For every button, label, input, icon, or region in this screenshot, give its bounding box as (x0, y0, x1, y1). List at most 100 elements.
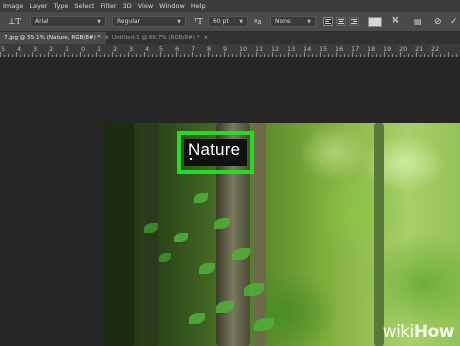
ruler-tick (300, 55, 301, 57)
align-center-button[interactable] (336, 17, 346, 26)
menu-filter[interactable]: Filter (100, 2, 116, 10)
options-bar: ⊥T Arial ▼ Regular ▼ ᵀT 60 pt ▼ ªa None … (0, 12, 460, 32)
ruler-label: 2 (49, 45, 54, 53)
ruler-tick (48, 52, 49, 57)
leaf (254, 318, 274, 331)
ruler-tick (368, 52, 369, 57)
text-orientation-icon[interactable]: ⊥T (8, 16, 21, 27)
text-color-swatch[interactable] (368, 17, 382, 27)
ruler-label: 3 (33, 45, 38, 53)
ruler-tick (244, 55, 245, 57)
leaf (174, 233, 188, 242)
ruler-label: 0 (81, 45, 86, 53)
ruler-tick (264, 54, 265, 57)
font-size-dropdown[interactable]: 60 pt ▼ (208, 16, 248, 27)
ruler-tick (108, 55, 109, 57)
menu-help[interactable]: Help (191, 2, 206, 10)
ruler-tick (456, 54, 457, 57)
leaf (189, 313, 205, 324)
menu-window[interactable]: Window (159, 2, 185, 10)
watermark-how: How (413, 322, 455, 342)
ruler-tick (380, 55, 381, 57)
ruler-tick (372, 55, 373, 57)
ruler-tick (212, 55, 213, 57)
ruler-tick (384, 52, 385, 57)
ruler-tick (260, 55, 261, 57)
ruler-tick (420, 55, 421, 57)
ruler-tick (280, 54, 281, 57)
font-family-dropdown[interactable]: Arial ▼ (30, 16, 106, 27)
ruler-tick (4, 55, 5, 57)
ruler-tick (276, 55, 277, 57)
ruler-tick (80, 52, 81, 57)
ruler-tick (52, 55, 53, 57)
ruler-tick (40, 54, 41, 57)
leaf (159, 253, 171, 262)
ruler-tick (184, 54, 185, 57)
ruler-tick (44, 55, 45, 57)
ruler-tick (348, 55, 349, 57)
forest-photo[interactable] (104, 123, 460, 346)
align-right-button[interactable] (349, 17, 359, 26)
ruler-tick (8, 54, 9, 57)
text-layer-nature[interactable]: Nature (188, 140, 240, 160)
ruler-tick (24, 54, 25, 57)
ruler-tick (140, 55, 141, 57)
ruler-tick (224, 52, 225, 57)
chevron-down-icon: ▼ (97, 18, 101, 25)
ruler-tick (296, 54, 297, 57)
close-icon[interactable]: × (204, 35, 209, 41)
ruler-tick (452, 55, 453, 57)
menu-view[interactable]: View (138, 2, 153, 10)
menu-select[interactable]: Select (74, 2, 94, 10)
commit-check-icon[interactable]: ✓ (450, 16, 458, 27)
ruler-tick (336, 52, 337, 57)
horizontal-ruler[interactable]: 5 4 3 2 1 0 1 2 3 4 5 6 7 8 9 10 11 12 1… (0, 44, 460, 58)
ruler-tick (436, 55, 437, 57)
ruler-tick (204, 55, 205, 57)
tab-untitled-1[interactable]: Untitled-1 @ 66.7% (RGB/8#) * × (108, 32, 208, 44)
ruler-tick (32, 52, 33, 57)
font-style-dropdown[interactable]: Regular ▼ (112, 16, 186, 27)
ruler-tick (104, 54, 105, 57)
ruler-tick (156, 55, 157, 57)
ruler-tick (392, 54, 393, 57)
ruler-tick (192, 52, 193, 57)
ruler-tick (220, 55, 221, 57)
font-family-value: Arial (35, 18, 49, 25)
ruler-tick (432, 52, 433, 57)
font-size-value: 60 pt (213, 18, 229, 25)
ruler-tick (240, 52, 241, 57)
ruler-tick (444, 55, 445, 57)
ruler-tick (400, 52, 401, 57)
ruler-tick (196, 55, 197, 57)
ruler-tick (320, 52, 321, 57)
tree-trunk (374, 123, 384, 346)
character-panel-icon[interactable]: ▤ (414, 16, 422, 27)
align-left-button[interactable] (323, 17, 333, 26)
cancel-icon[interactable]: ⊘ (434, 16, 442, 27)
tree-trunk (144, 123, 158, 346)
menu-3d[interactable]: 3D (123, 2, 132, 10)
ruler-tick (172, 55, 173, 57)
tab-nature-jpg[interactable]: 7.jpg @ 55.1% (Nature, RGB/8#) * × (0, 32, 109, 44)
ruler-tick (60, 55, 61, 57)
ruler-tick (36, 55, 37, 57)
ruler-tick (168, 54, 169, 57)
wikihow-watermark: wikiHow (382, 322, 455, 342)
menu-layer[interactable]: Layer (29, 2, 47, 10)
ruler-tick (340, 55, 341, 57)
watermark-wiki: wiki (382, 322, 415, 342)
tab-label: 7.jpg @ 55.1% (Nature, RGB/8#) * (4, 35, 101, 41)
menu-image[interactable]: Image (3, 2, 23, 10)
ruler-tick (12, 55, 13, 57)
antialias-icon: ªa (254, 17, 262, 26)
ruler-tick (216, 54, 217, 57)
ruler-tick (160, 52, 161, 57)
warp-text-icon[interactable]: ⛕ (392, 16, 399, 27)
menu-type[interactable]: Type (53, 2, 68, 10)
ruler-tick (144, 52, 145, 57)
ruler-tick (68, 55, 69, 57)
antialias-dropdown[interactable]: None ▼ (270, 16, 316, 27)
ruler-tick (448, 52, 449, 57)
